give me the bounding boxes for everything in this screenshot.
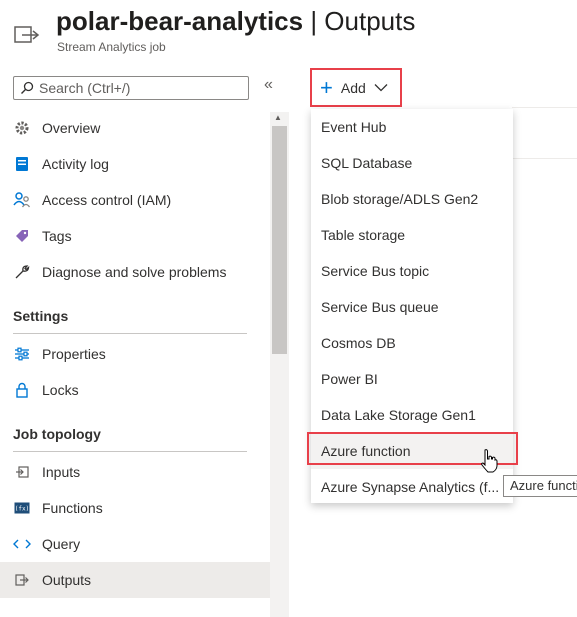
sidebar-item-label: Activity log	[42, 156, 109, 172]
people-icon	[13, 191, 31, 209]
output-icon	[13, 571, 31, 589]
stream-analytics-job-icon	[14, 24, 40, 46]
settings-section-heading: Settings	[13, 308, 69, 324]
sidebar-item-label: Tags	[42, 228, 72, 244]
tag-icon	[13, 227, 31, 245]
sidebar-item-locks[interactable]: Locks	[0, 372, 270, 408]
sidebar-item-inputs[interactable]: Inputs	[0, 454, 270, 490]
page-title: polar-bear-analytics | Outputs	[56, 4, 415, 38]
sliders-icon	[13, 345, 31, 363]
menu-item-tooltip: Azure functi	[503, 475, 577, 497]
content-divider	[512, 158, 577, 159]
menu-item-event-hub[interactable]: Event Hub	[311, 109, 513, 145]
function-icon: (fx)	[13, 499, 31, 517]
collapse-sidebar-button[interactable]: «	[264, 76, 273, 94]
sidebar-item-properties[interactable]: Properties	[0, 336, 270, 372]
sidebar-item-label: Overview	[42, 120, 101, 136]
sidebar-item-outputs[interactable]: Outputs	[0, 562, 270, 598]
menu-item-data-lake-gen1[interactable]: Data Lake Storage Gen1	[311, 397, 513, 433]
sidebar-item-label: Outputs	[42, 572, 92, 588]
title-separator: |	[303, 6, 325, 36]
hand-pointer-cursor-icon	[478, 448, 500, 479]
menu-item-service-bus-queue[interactable]: Service Bus queue	[311, 289, 513, 325]
sidebar-item-functions[interactable]: (fx) Functions	[0, 490, 270, 526]
activity-log-icon	[13, 155, 31, 173]
sidebar-item-label: Diagnose and solve problems	[42, 264, 227, 280]
code-icon	[13, 535, 31, 553]
menu-item-power-bi[interactable]: Power BI	[311, 361, 513, 397]
search-input[interactable]	[39, 80, 239, 96]
scroll-up-arrow-icon[interactable]: ▲	[274, 113, 282, 122]
plus-icon: +	[320, 74, 333, 100]
sidebar-item-label: Inputs	[42, 464, 81, 480]
sidebar-item-label: Query	[42, 536, 81, 552]
menu-item-sql-database[interactable]: SQL Database	[311, 145, 513, 181]
sidebar-item-access-control[interactable]: Access control (IAM)	[0, 182, 270, 218]
sidebar-item-query[interactable]: Query	[0, 526, 270, 562]
resource-name: polar-bear-analytics	[56, 6, 304, 36]
sidebar-item-diagnose[interactable]: Diagnose and solve problems	[0, 254, 270, 290]
chevron-down-icon	[374, 84, 388, 92]
sidebar-item-overview[interactable]: Overview	[0, 110, 270, 146]
input-icon	[13, 463, 31, 481]
add-button-label: Add	[340, 79, 366, 96]
section-divider	[13, 333, 247, 334]
wrench-icon	[13, 263, 31, 281]
add-output-button[interactable]: + Add	[310, 68, 402, 107]
svg-text:(fx): (fx)	[15, 506, 29, 513]
sidebar-item-activity-log[interactable]: Activity log	[0, 146, 270, 182]
resource-type-subtitle: Stream Analytics job	[57, 40, 166, 54]
section-divider	[13, 451, 247, 452]
menu-item-cosmos-db[interactable]: Cosmos DB	[311, 325, 513, 361]
search-icon	[21, 81, 34, 94]
sidebar-item-label: Functions	[42, 500, 103, 516]
gear-icon	[13, 119, 31, 137]
sidebar-item-tags[interactable]: Tags	[0, 218, 270, 254]
sidebar-item-label: Properties	[42, 346, 106, 362]
menu-item-table-storage[interactable]: Table storage	[311, 217, 513, 253]
lock-icon	[13, 381, 31, 399]
menu-item-blob-storage[interactable]: Blob storage/ADLS Gen2	[311, 181, 513, 217]
sidebar-scrollbar-thumb[interactable]	[272, 126, 287, 354]
menu-item-service-bus-topic[interactable]: Service Bus topic	[311, 253, 513, 289]
page-name: Outputs	[324, 6, 416, 36]
job-topology-section-heading: Job topology	[13, 426, 101, 442]
sidebar-item-label: Locks	[42, 382, 79, 398]
content-divider	[512, 107, 577, 108]
sidebar-item-label: Access control (IAM)	[42, 192, 172, 208]
search-box[interactable]	[13, 76, 249, 100]
